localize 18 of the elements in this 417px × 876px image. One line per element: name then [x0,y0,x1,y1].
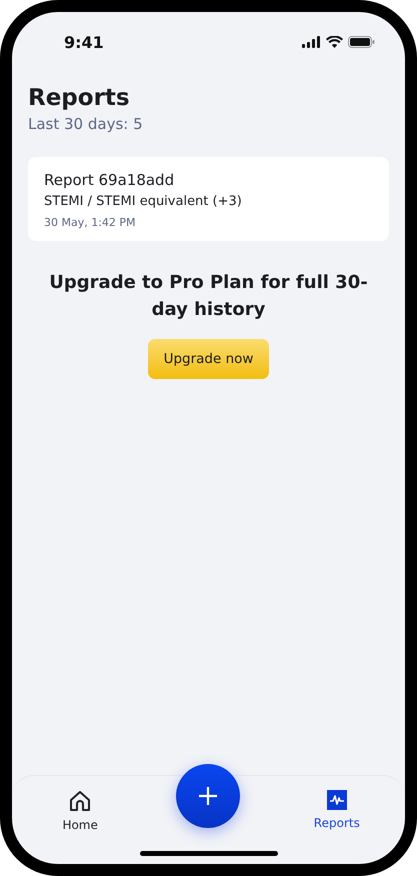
report-count: Last 30 days: 5 [28,115,144,133]
page-title: Reports [28,85,131,111]
upgrade-button[interactable]: Upgrade now [148,339,270,379]
report-title: Report 69a18add [44,171,176,189]
report-summary: STEMI / STEMI equivalent (+3) [44,194,243,209]
house-icon [69,790,92,812]
tab[interactable]: Home [40,790,120,832]
wifi-icon [326,36,343,48]
upgrade-heading: Upgrade to Pro Plan for full 30-day history [48,271,369,322]
pulse-icon [326,790,347,810]
status-time: 9:41 [64,32,104,52]
tab[interactable]: Reports [296,790,377,830]
add-button[interactable] [176,764,240,828]
report-date: 30 May, 1:42 PM [44,216,137,229]
signal-icon [302,36,321,48]
battery-icon [348,36,375,48]
plus-icon [198,786,218,806]
report-card[interactable]: Report 69a18add STEMI / STEMI equivalent (+3) 30 May, 1:42 PM [28,157,389,241]
